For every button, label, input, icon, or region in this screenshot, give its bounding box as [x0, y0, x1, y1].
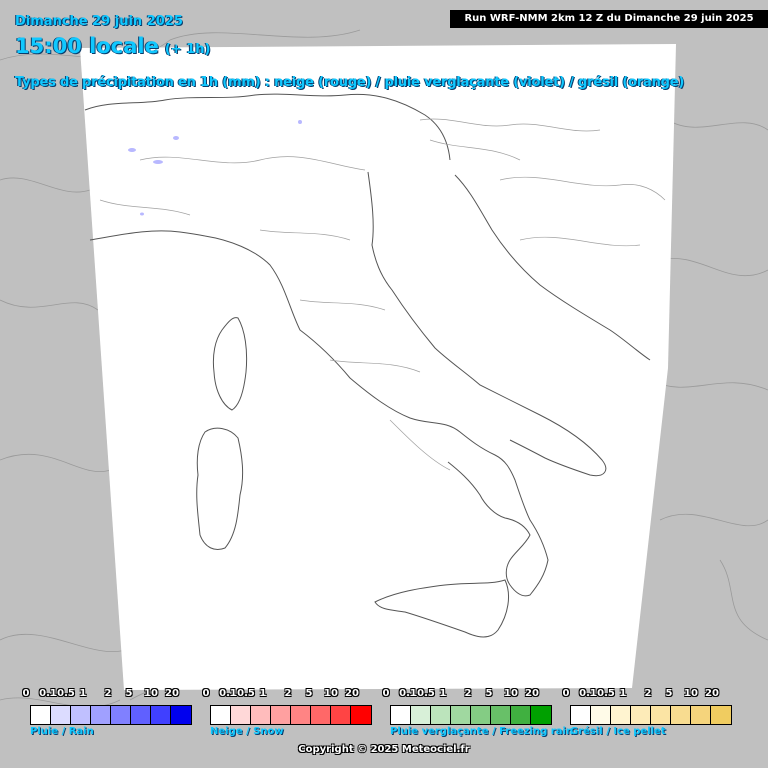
legend-tick-label: 0.1 [399, 688, 417, 699]
legend-tick-label: 0 [22, 688, 30, 699]
legend-swatch [331, 706, 351, 724]
legend-swatch [651, 706, 671, 724]
legend-swatch [211, 706, 231, 724]
legend-3: 0 0.1 0.5 1 2 5 10 20 Grésil / Ice pellet [563, 688, 738, 748]
legend-swatch [711, 706, 731, 724]
precipitation-map [0, 29, 768, 708]
legend-swatch [411, 706, 431, 724]
legend-tick-label: 20 [165, 688, 179, 699]
legend-tick-label: 1 [79, 688, 87, 699]
legend-label: Pluie verglaçante / Freezing rain [390, 726, 574, 737]
legend-color-scale [210, 705, 372, 725]
copyright-text: Copyright © 2025 Meteociel.fr [298, 744, 470, 755]
legend-tick-label: 0.1 [39, 688, 57, 699]
legend-tick-label: 10 [684, 688, 698, 699]
legend-tick-label: 2 [104, 688, 112, 699]
forecast-time-value: 15:00 locale [15, 34, 159, 58]
legend-tick-label: 0.1 [219, 688, 237, 699]
legend-swatch [311, 706, 331, 724]
legend-tick-label: 1 [619, 688, 627, 699]
legend-tick-label: 0.1 [579, 688, 597, 699]
forecast-time: 15:00 locale (+ 1h) [15, 34, 210, 58]
run-info-banner: Run WRF-NMM 2km 12 Z du Dimanche 29 juin… [450, 10, 768, 28]
legend-swatch [451, 706, 471, 724]
legend-swatch [571, 706, 591, 724]
legend-tick-label: 1 [439, 688, 447, 699]
legend-tick-label: 5 [665, 688, 673, 699]
legend-swatch [131, 706, 151, 724]
legend-swatch [231, 706, 251, 724]
legend-tick-label: 0.5 [57, 688, 75, 699]
legend-ticks: 0 0.1 0.5 1 2 5 10 20 [383, 688, 558, 702]
map-subtitle: Types de précipitation en 1h (mm) : neig… [15, 75, 685, 90]
legend-tick-label: 0 [382, 688, 390, 699]
legend-swatch [271, 706, 291, 724]
legend-swatch [291, 706, 311, 724]
legend-tick-label: 10 [504, 688, 518, 699]
legend-swatch [171, 706, 191, 724]
legend-swatch [431, 706, 451, 724]
legend-tick-label: 1 [259, 688, 267, 699]
legend-color-scale [570, 705, 732, 725]
legend-swatch [251, 706, 271, 724]
legend-tick-label: 2 [284, 688, 292, 699]
legend-swatch [491, 706, 511, 724]
legend-tick-label: 0.5 [237, 688, 255, 699]
legend-tick-label: 5 [485, 688, 493, 699]
legend-1: 0 0.1 0.5 1 2 5 10 20 Neige / Snow [203, 688, 378, 748]
legend-0: 0 0.1 0.5 1 2 5 10 20 Pluie / Rain [23, 688, 198, 748]
legend-tick-label: 20 [345, 688, 359, 699]
legend-label: Neige / Snow [210, 726, 284, 737]
legend-tick-label: 10 [324, 688, 338, 699]
legend-swatch [151, 706, 171, 724]
legend-color-scale [30, 705, 192, 725]
legend-swatch [71, 706, 91, 724]
legend-tick-label: 20 [525, 688, 539, 699]
legend-swatch [31, 706, 51, 724]
legend-ticks: 0 0.1 0.5 1 2 5 10 20 [563, 688, 738, 702]
legend-label: Pluie / Rain [30, 726, 94, 737]
forecast-time-offset: (+ 1h) [164, 42, 211, 57]
legend-color-scale [390, 705, 552, 725]
legend-swatch [51, 706, 71, 724]
legend-tick-label: 0.5 [417, 688, 435, 699]
legend-swatch [91, 706, 111, 724]
legend-swatch [531, 706, 551, 724]
legend-2: 0 0.1 0.5 1 2 5 10 20 Pluie verglaçante / Freezi… [383, 688, 574, 748]
legend-tick-label: 5 [305, 688, 313, 699]
legend-tick-label: 0 [562, 688, 570, 699]
legend-swatch [471, 706, 491, 724]
legend-swatch [691, 706, 711, 724]
legend-tick-label: 0 [202, 688, 210, 699]
forecast-date: Dimanche 29 juin 2025 [15, 14, 183, 29]
legend-tick-label: 5 [125, 688, 133, 699]
legend-tick-label: 20 [705, 688, 719, 699]
legend-swatch [611, 706, 631, 724]
legend-swatch [391, 706, 411, 724]
legend-swatch [351, 706, 371, 724]
model-domain [80, 44, 676, 690]
legend-tick-label: 10 [144, 688, 158, 699]
legend-swatch [111, 706, 131, 724]
legend-tick-label: 2 [644, 688, 652, 699]
legend-swatch [511, 706, 531, 724]
legend-swatch [671, 706, 691, 724]
legend-swatch [631, 706, 651, 724]
legend-label: Grésil / Ice pellet [570, 726, 666, 737]
legend-ticks: 0 0.1 0.5 1 2 5 10 20 [23, 688, 198, 702]
legend-swatch [591, 706, 611, 724]
legend-ticks: 0 0.1 0.5 1 2 5 10 20 [203, 688, 378, 702]
legend-tick-label: 2 [464, 688, 472, 699]
legend-tick-label: 0.5 [597, 688, 615, 699]
